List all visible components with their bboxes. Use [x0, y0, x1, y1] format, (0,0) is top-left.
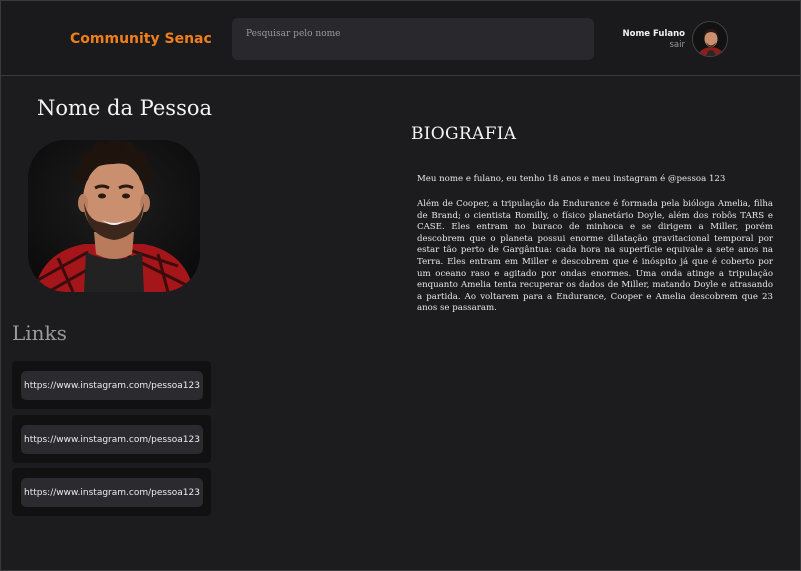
link-card: https://www.instagram.com/pessoa123: [12, 415, 211, 463]
user-name: Nome Fulano: [622, 29, 685, 39]
profile-photo: [28, 140, 200, 292]
brand-logo[interactable]: Community Senac: [70, 31, 212, 47]
person-name: Nome da Pessoa: [37, 96, 213, 120]
link-button[interactable]: https://www.instagram.com/pessoa123: [21, 478, 203, 507]
link-card: https://www.instagram.com/pessoa123: [12, 468, 211, 516]
link-button[interactable]: https://www.instagram.com/pessoa123: [21, 425, 203, 454]
avatar-image: [693, 22, 727, 56]
profile-image: [28, 140, 200, 292]
links-heading: Links: [12, 321, 67, 345]
search-input[interactable]: [232, 18, 594, 60]
top-header: Community Senac Nome Fulano sair: [0, 0, 801, 76]
biography-intro: Meu nome e fulano, eu tenho 18 anos e me…: [417, 174, 726, 184]
biography-heading: BIOGRAFIA: [411, 124, 517, 144]
logout-link[interactable]: sair: [670, 40, 686, 50]
link-button[interactable]: https://www.instagram.com/pessoa123: [21, 371, 203, 400]
biography-text: Além de Cooper, a tripulação da Enduranc…: [417, 199, 773, 314]
user-avatar[interactable]: [692, 21, 728, 57]
link-card: https://www.instagram.com/pessoa123: [12, 361, 211, 409]
